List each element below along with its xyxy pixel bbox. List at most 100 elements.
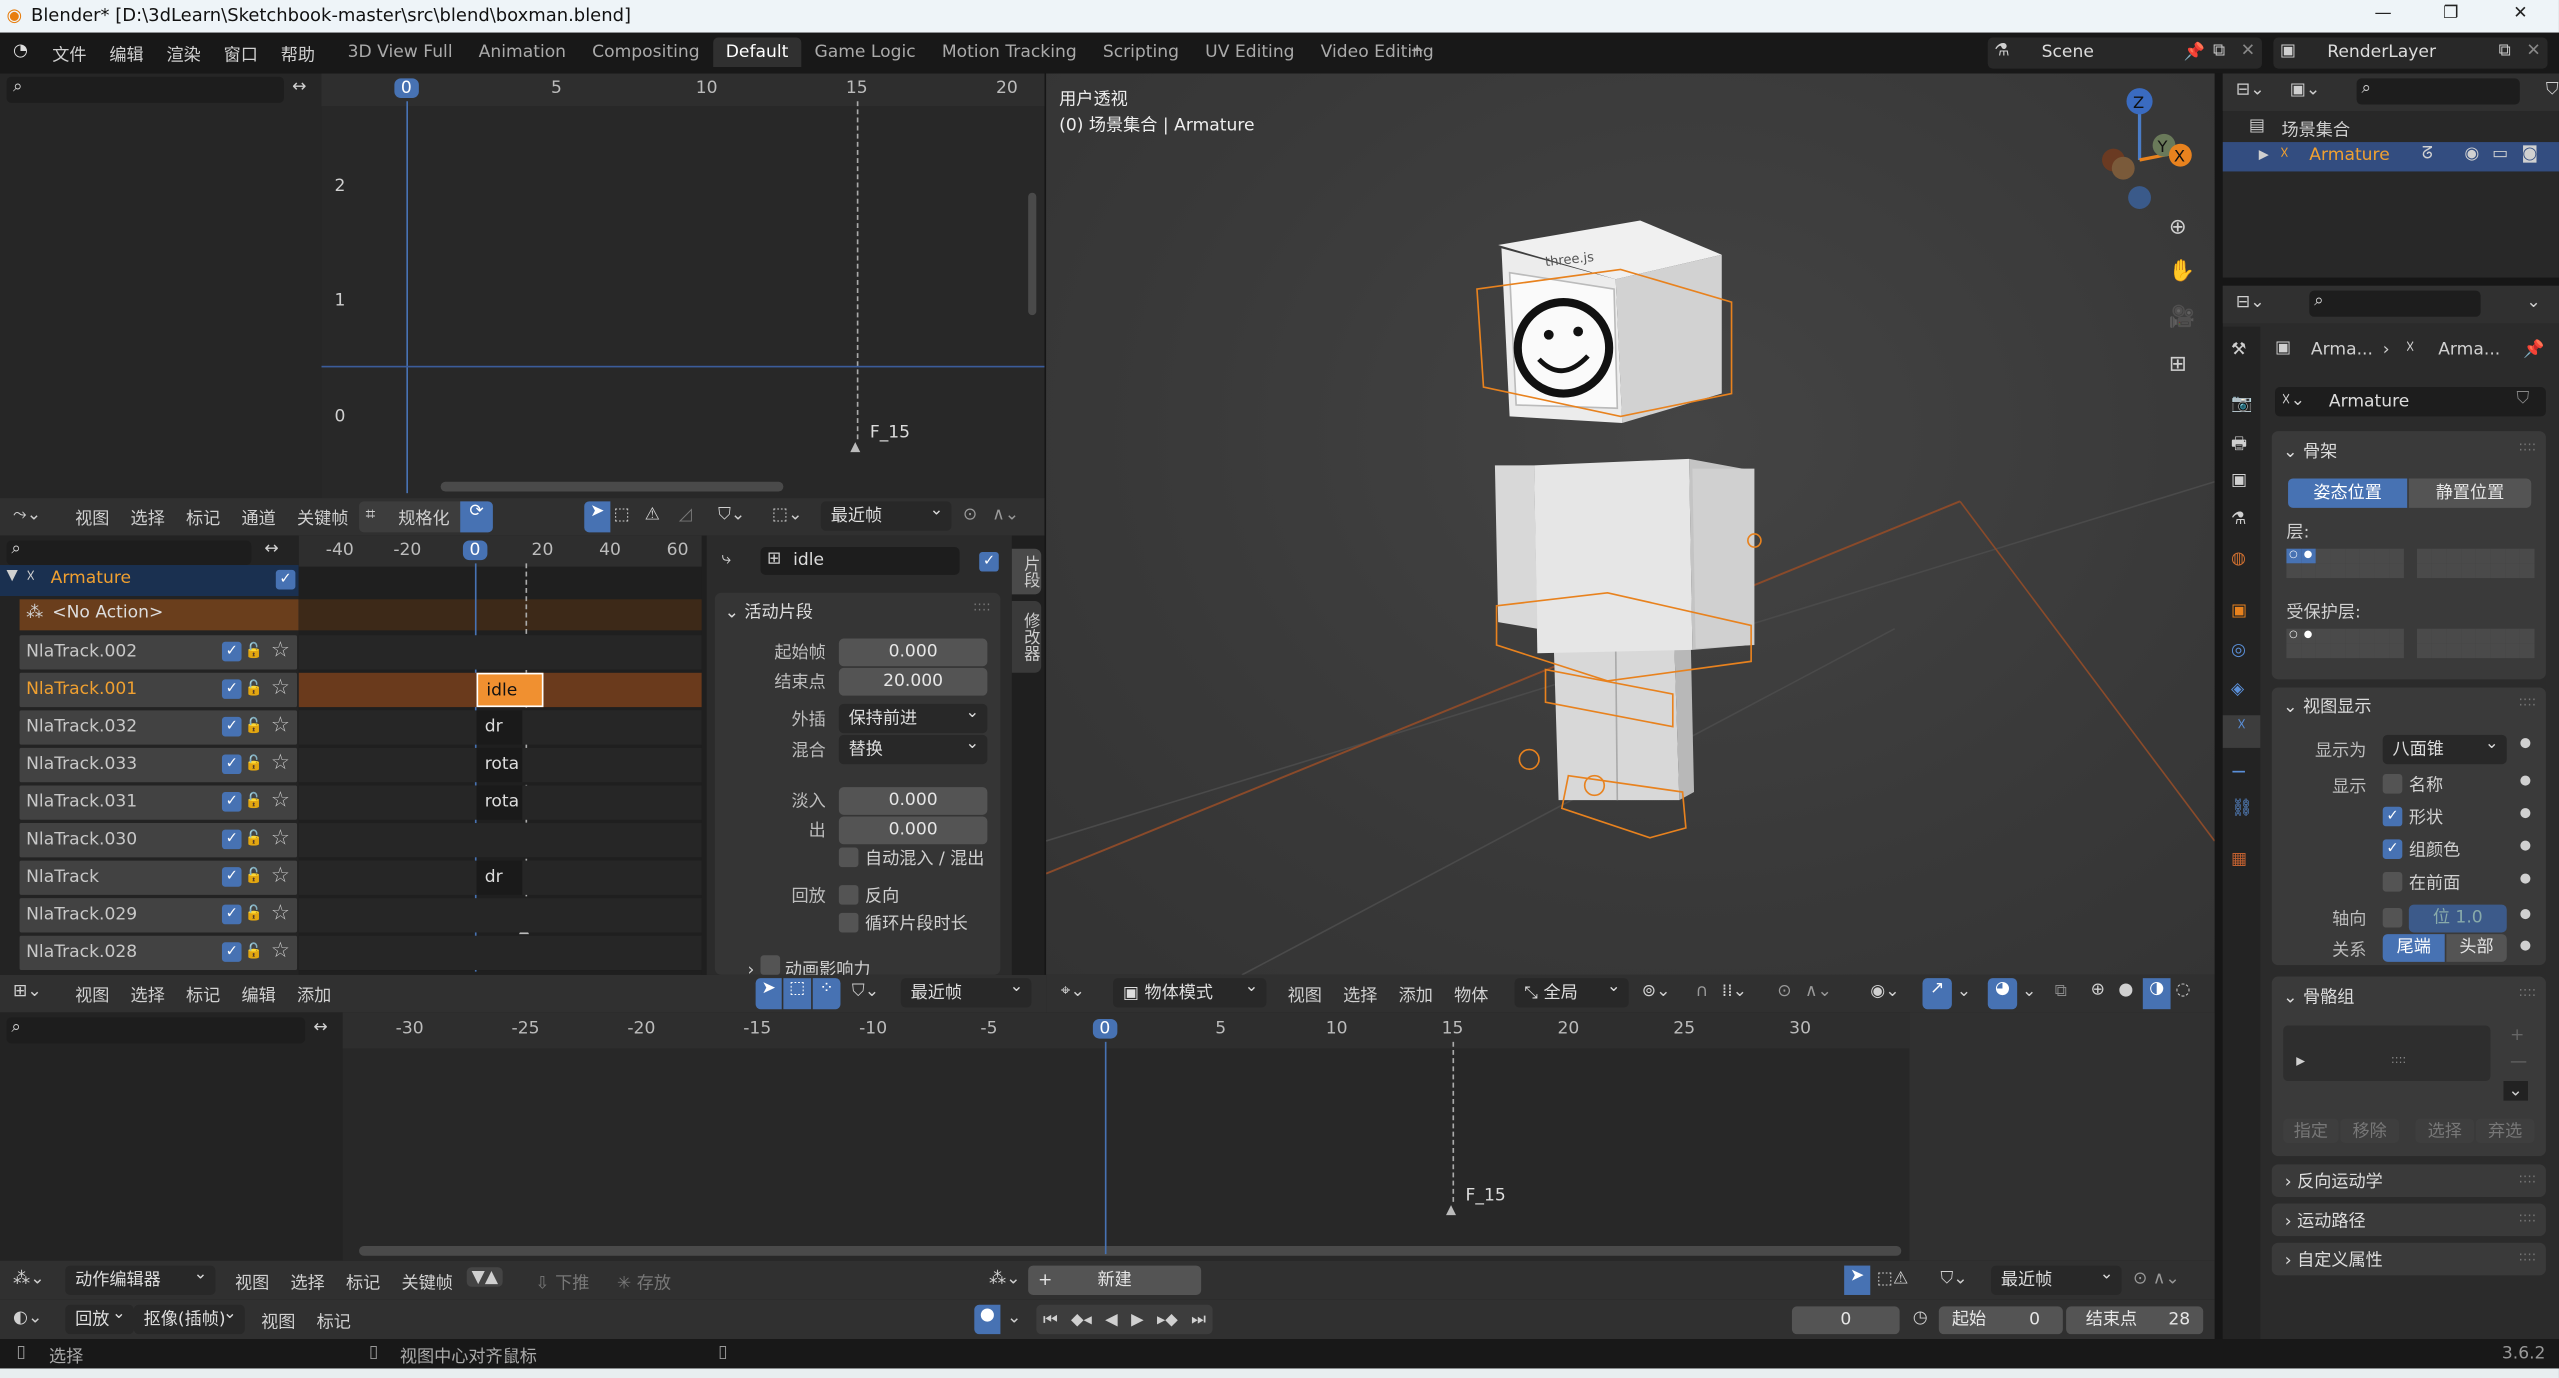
layer-toggle[interactable]: [2431, 548, 2446, 563]
timeline-menu-item[interactable]: 视图: [261, 1310, 295, 1334]
deselect-button[interactable]: 弃选: [2475, 1118, 2535, 1144]
solid-shading-icon[interactable]: ●: [2118, 980, 2133, 1000]
nla-strip-area[interactable]: -40-202040600▲F_15idledrrotarotadr: [298, 535, 702, 975]
layer-toggle[interactable]: [2461, 563, 2475, 578]
layer-toggle[interactable]: [2505, 643, 2519, 658]
pivot-icon[interactable]: ⊚⌄: [1642, 981, 1671, 1001]
track-mute-checkbox[interactable]: [221, 942, 242, 962]
proportional-icon[interactable]: ⊙: [963, 505, 977, 525]
relation-head-button[interactable]: 头部: [2446, 934, 2507, 962]
timeline-icon[interactable]: ◐⌄: [13, 1308, 42, 1328]
current-frame-field[interactable]: 0: [1791, 1306, 1900, 1335]
show-0-checkbox[interactable]: [2382, 774, 2403, 794]
tab-workspace[interactable]: 3D View Full: [335, 38, 466, 67]
action-menu-item[interactable]: 选择: [290, 1270, 324, 1294]
constraints-tab-icon[interactable]: ◈: [2231, 679, 2244, 699]
layer-toggle[interactable]: [2475, 628, 2490, 643]
layer-toggle[interactable]: [2330, 563, 2345, 578]
nla-menu-item[interactable]: 标记: [186, 506, 220, 530]
nla-strip[interactable]: rota: [476, 747, 523, 783]
record-button[interactable]: ●: [974, 1304, 1001, 1335]
drag-handle-icon[interactable]: ::::: [2519, 1249, 2537, 1264]
lock-icon[interactable]: 🔓: [245, 861, 263, 895]
layer-toggle[interactable]: [2345, 548, 2360, 563]
layer-toggle[interactable]: [2345, 643, 2360, 658]
monitor-icon[interactable]: ▭: [2492, 144, 2508, 164]
layer-toggle[interactable]: [2286, 643, 2301, 658]
editor-type-icon[interactable]: ⤳⌄: [13, 505, 41, 526]
active-strip-header[interactable]: ⌄ 活动片段: [725, 599, 813, 623]
select-tool-icon[interactable]: ➤: [584, 501, 611, 533]
warning-icon[interactable]: ⚠: [645, 505, 660, 525]
lock-icon[interactable]: 🔓: [245, 936, 263, 970]
falloff-icon[interactable]: ∧⌄: [1805, 981, 1832, 1001]
layer-toggle[interactable]: [2374, 643, 2389, 658]
dopesheet-horizontal-scrollbar[interactable]: [359, 1245, 1902, 1256]
tab-workspace[interactable]: Default: [712, 37, 802, 67]
object-tab-icon[interactable]: ▣: [2231, 601, 2247, 621]
add-workspace-button[interactable]: +: [1410, 41, 1424, 61]
layer-toggle[interactable]: [2389, 628, 2404, 643]
filter-icon[interactable]: ⛉⌄: [852, 981, 879, 1002]
action-browse-icon[interactable]: ⁂⌄: [989, 1269, 1021, 1289]
view-layer-selector[interactable]: ▣ RenderLayer ⧉ ✕: [2273, 37, 2548, 69]
nla-menu-item[interactable]: 选择: [131, 506, 165, 530]
solo-star-icon[interactable]: ☆: [271, 746, 290, 780]
layer-up-down-icon[interactable]: ▼▲: [466, 1267, 503, 1287]
layer-toggle[interactable]: [2416, 643, 2431, 658]
layer-toggle[interactable]: [2315, 643, 2330, 658]
wireframe-shading-icon[interactable]: ⊕: [2091, 980, 2105, 1000]
grid-perspective-icon[interactable]: ⊞: [2169, 353, 2187, 377]
current-frame-indicator[interactable]: 0: [462, 540, 487, 561]
camera-icon[interactable]: 🎥: [2169, 305, 2195, 329]
delete-scene-icon[interactable]: ✕: [2241, 41, 2255, 61]
nla-track-row[interactable]: NlaTrack.002 🔓☆: [19, 635, 298, 670]
tab-workspace[interactable]: Compositing: [579, 38, 713, 67]
viewport-display-header[interactable]: ⌄ 视图显示: [2283, 694, 2371, 718]
outliner-search-input[interactable]: ⌕: [2356, 78, 2520, 105]
fade-in-field[interactable]: 0.000: [838, 787, 988, 815]
nla-track-row[interactable]: NlaTrack.033 🔓☆: [19, 746, 298, 783]
track-mute-checkbox[interactable]: [221, 829, 242, 850]
layer-toggle[interactable]: [2389, 643, 2404, 658]
axes-position-field[interactable]: 位 1.0: [2408, 904, 2507, 933]
render-tab-icon[interactable]: 📷: [2231, 392, 2252, 414]
solo-star-icon[interactable]: ☆: [271, 897, 290, 931]
layer-toggle[interactable]: [2389, 563, 2404, 578]
keying-dropdown[interactable]: 抠像(插帧): [133, 1300, 245, 1335]
view-layer-tab-icon[interactable]: ▣: [2231, 470, 2247, 490]
snap-magnet-icon[interactable]: ∩: [1696, 981, 1709, 1001]
maximize-button[interactable]: ❐: [2443, 3, 2458, 23]
filter-icon[interactable]: ⛉⌄: [1940, 1269, 1967, 1290]
nla-strip[interactable]: rota: [476, 785, 523, 820]
eye-icon[interactable]: ◉: [2464, 144, 2479, 164]
viewport-menu-item[interactable]: 添加: [1399, 983, 1433, 1007]
filter-icon[interactable]: ⛉: [2546, 80, 2559, 101]
animate-property-dot[interactable]: ●: [2520, 838, 2531, 853]
drag-handle-icon[interactable]: ::::: [973, 599, 991, 614]
display-as-dropdown[interactable]: 八面锥: [2382, 730, 2507, 765]
layer-toggle[interactable]: [2359, 643, 2374, 658]
extrapolation-dropdown[interactable]: 保持前进: [838, 699, 988, 734]
animate-property-dot[interactable]: ●: [2520, 772, 2531, 787]
animate-property-dot[interactable]: ●: [2520, 735, 2531, 750]
show-2-checkbox[interactable]: [2382, 839, 2403, 859]
track-mute-checkbox[interactable]: [221, 754, 242, 775]
playhead-line[interactable]: [1104, 1041, 1107, 1255]
current-frame-indicator[interactable]: 0: [394, 78, 419, 98]
layer-toggle[interactable]: [2431, 563, 2446, 578]
action-menu-item[interactable]: 标记: [346, 1270, 380, 1294]
pin-icon[interactable]: 📌: [2184, 41, 2205, 62]
world-tab-icon[interactable]: ◍: [2231, 549, 2246, 569]
layer-toggle[interactable]: [2416, 548, 2431, 563]
main-menu-item[interactable]: 帮助: [281, 42, 315, 66]
minimize-button[interactable]: —: [2375, 3, 2392, 23]
nla-track-row[interactable]: NlaTrack.031 🔓☆: [19, 785, 298, 820]
nla-track-row[interactable]: NlaTrack.030 🔓☆: [19, 823, 298, 858]
remove-bone-group-icon[interactable]: —: [2510, 1052, 2527, 1072]
layer-toggle[interactable]: [2461, 643, 2475, 658]
show-1-checkbox[interactable]: [2382, 806, 2403, 827]
blending-dropdown[interactable]: 替换: [838, 730, 988, 765]
editor-type-icon[interactable]: ⊟⌄: [2236, 292, 2265, 312]
track-mute-checkbox[interactable]: [221, 716, 242, 737]
